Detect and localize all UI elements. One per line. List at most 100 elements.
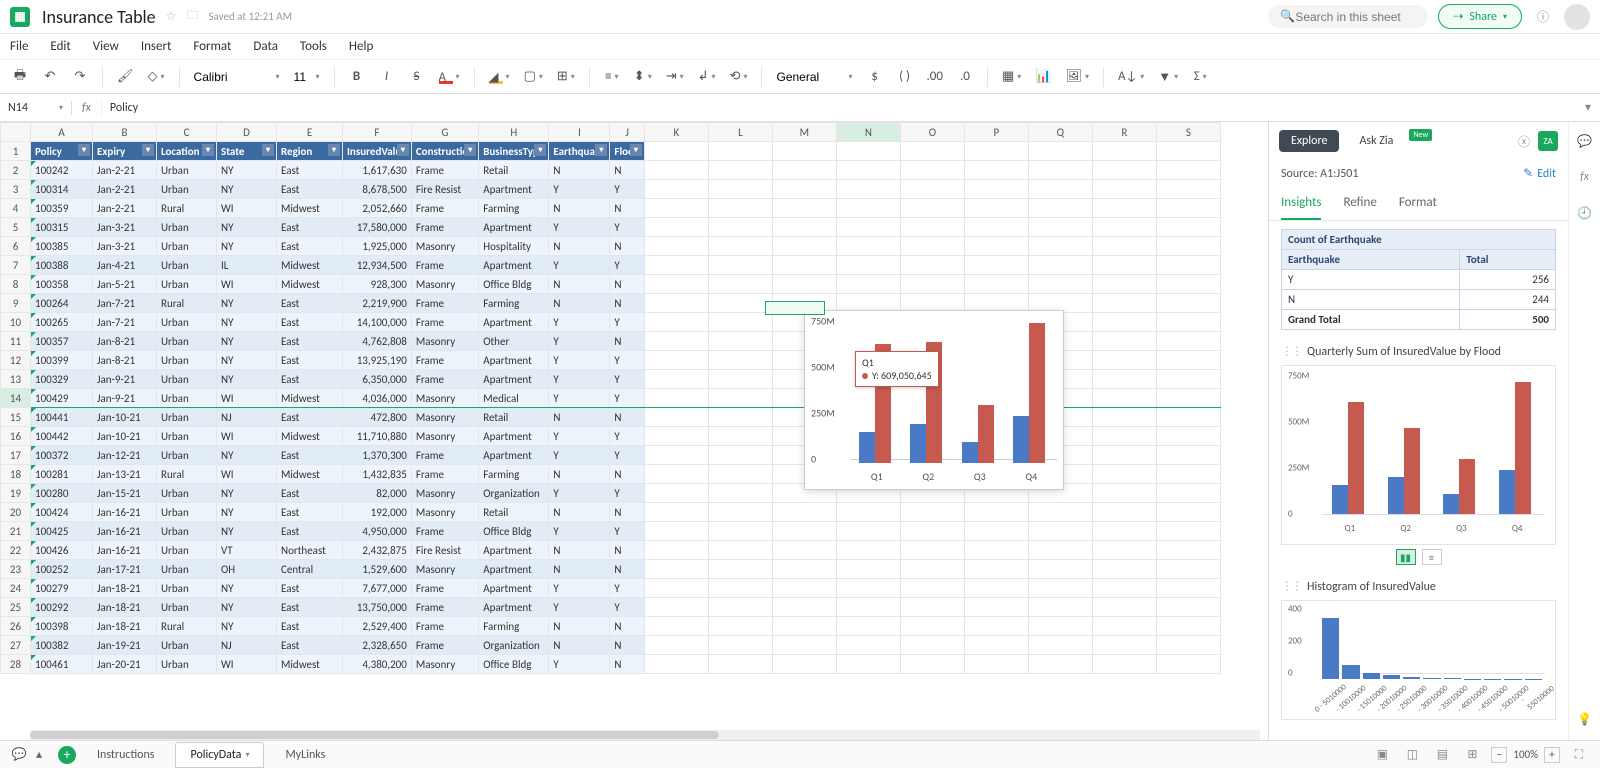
cell[interactable]: N (610, 408, 644, 427)
cell[interactable]: Midwest (277, 427, 343, 446)
panel-quarterly-chart[interactable]: 750M 500M 250M 0 Q1Q2Q3Q4 (1281, 365, 1556, 545)
cell[interactable]: 17,580,000 (343, 218, 412, 237)
cell[interactable]: Urban (157, 389, 217, 408)
cell[interactable]: Organization (479, 484, 549, 503)
history-icon[interactable]: 🕘 (1576, 204, 1594, 222)
cell[interactable]: N (610, 332, 644, 351)
cell[interactable]: Masonry (411, 332, 478, 351)
cell[interactable]: 100265 (31, 313, 93, 332)
panel-histogram-chart[interactable]: 400 200 0 0 - 5010000- 10010000- 1501000… (1281, 600, 1556, 720)
col-header-L[interactable]: L (708, 123, 772, 142)
border-icon[interactable]: ▢ (522, 66, 545, 88)
cell[interactable]: 100442 (31, 427, 93, 446)
col-header-C[interactable]: C (157, 123, 217, 142)
row-header[interactable]: 21 (1, 522, 31, 541)
cell[interactable]: Jan-8-21 (93, 351, 157, 370)
cell[interactable]: Frame (411, 294, 478, 313)
cell[interactable]: Apartment (479, 370, 549, 389)
indent-icon[interactable]: ⇥ (664, 66, 686, 88)
cell[interactable]: Jan-8-21 (93, 332, 157, 351)
cell[interactable]: 4,950,000 (343, 522, 412, 541)
cell[interactable]: Frame (411, 636, 478, 655)
cell[interactable]: N (610, 636, 644, 655)
merge-icon[interactable]: ⊞ (555, 66, 577, 88)
cell[interactable]: Urban (157, 560, 217, 579)
cell[interactable]: Y (610, 484, 644, 503)
cell[interactable]: Jan-18-21 (93, 598, 157, 617)
spreadsheet-grid[interactable]: ABCDEFGHIJKLMNOPQRS 1Policy▾Expiry▾Locat… (0, 122, 1268, 740)
cell[interactable]: N (610, 503, 644, 522)
cell[interactable]: Frame (411, 598, 478, 617)
strikethrough-icon[interactable]: S (407, 66, 427, 88)
col-header-J[interactable]: J (610, 123, 644, 142)
filter-toggle-icon[interactable]: ▾ (202, 144, 214, 156)
cell[interactable]: East (277, 351, 343, 370)
cell[interactable]: East (277, 294, 343, 313)
row-header[interactable]: 6 (1, 237, 31, 256)
lightbulb-icon[interactable]: 💡 (1576, 710, 1594, 728)
cell[interactable]: Frame (411, 199, 478, 218)
cell[interactable]: 13,925,190 (343, 351, 412, 370)
cell[interactable]: N (610, 617, 644, 636)
fill-color-icon[interactable]: ◢ (487, 66, 512, 88)
cell[interactable]: Frame (411, 161, 478, 180)
cell[interactable]: Apartment (479, 256, 549, 275)
row-header[interactable]: 24 (1, 579, 31, 598)
ask-zia-tab[interactable]: Ask Zia (1347, 130, 1405, 152)
cell[interactable]: 100429 (31, 389, 93, 408)
cell[interactable]: Jan-10-21 (93, 408, 157, 427)
cell[interactable]: N (549, 199, 610, 218)
cell[interactable]: NY (217, 332, 277, 351)
number-format-select[interactable] (774, 66, 854, 88)
col-header-H[interactable]: H (479, 123, 549, 142)
cell[interactable]: Hospitality (479, 237, 549, 256)
cell[interactable]: Urban (157, 256, 217, 275)
col-header-B[interactable]: B (93, 123, 157, 142)
row-header[interactable]: 16 (1, 427, 31, 446)
cell[interactable]: 100388 (31, 256, 93, 275)
cell[interactable]: 4,762,808 (343, 332, 412, 351)
col-header-G[interactable]: G (411, 123, 478, 142)
search-input[interactable] (1295, 10, 1416, 24)
cell[interactable]: N (549, 294, 610, 313)
cell[interactable]: Midwest (277, 389, 343, 408)
cell[interactable]: 472,800 (343, 408, 412, 427)
cell[interactable]: NY (217, 161, 277, 180)
cell[interactable]: N (610, 465, 644, 484)
cell[interactable]: Jan-7-21 (93, 313, 157, 332)
cell[interactable]: Y (610, 522, 644, 541)
cell[interactable]: Masonry (411, 275, 478, 294)
menu-view[interactable]: View (93, 39, 119, 54)
cell[interactable]: Y (549, 180, 610, 199)
undo-icon[interactable]: ↶ (40, 66, 60, 88)
cell[interactable]: VT (217, 541, 277, 560)
table-header-businesstype[interactable]: BusinessType▾ (479, 142, 549, 161)
cell[interactable]: Rural (157, 465, 217, 484)
cell[interactable]: Y (610, 180, 644, 199)
cell[interactable]: 2,432,875 (343, 541, 412, 560)
view-mode-1-icon[interactable]: ▣ (1371, 744, 1393, 766)
redo-icon[interactable]: ↷ (70, 66, 90, 88)
cell[interactable]: NY (217, 351, 277, 370)
cell[interactable]: Fire Resist (411, 541, 478, 560)
cell[interactable]: Masonry (411, 560, 478, 579)
cell[interactable]: Urban (157, 370, 217, 389)
panel-tab-format[interactable]: Format (1399, 187, 1437, 220)
cell[interactable]: Frame (411, 218, 478, 237)
cell[interactable]: Jan-2-21 (93, 180, 157, 199)
cell[interactable]: Urban (157, 636, 217, 655)
cell[interactable]: 100357 (31, 332, 93, 351)
cell[interactable]: 100264 (31, 294, 93, 313)
cell[interactable]: Medical (479, 389, 549, 408)
cell[interactable]: WI (217, 427, 277, 446)
chart-icon[interactable]: 📊 (1033, 66, 1053, 88)
rotate-icon[interactable]: ⟲ (728, 66, 750, 88)
row-header[interactable]: 8 (1, 275, 31, 294)
font-name-input[interactable] (194, 70, 273, 84)
chart-type-bar-icon[interactable]: ▮▮ (1396, 549, 1416, 565)
cell[interactable]: NY (217, 237, 277, 256)
cell[interactable]: 100359 (31, 199, 93, 218)
cell[interactable]: NJ (217, 408, 277, 427)
cell[interactable]: East (277, 313, 343, 332)
format-painter-icon[interactable]: 🖌 (115, 66, 136, 88)
